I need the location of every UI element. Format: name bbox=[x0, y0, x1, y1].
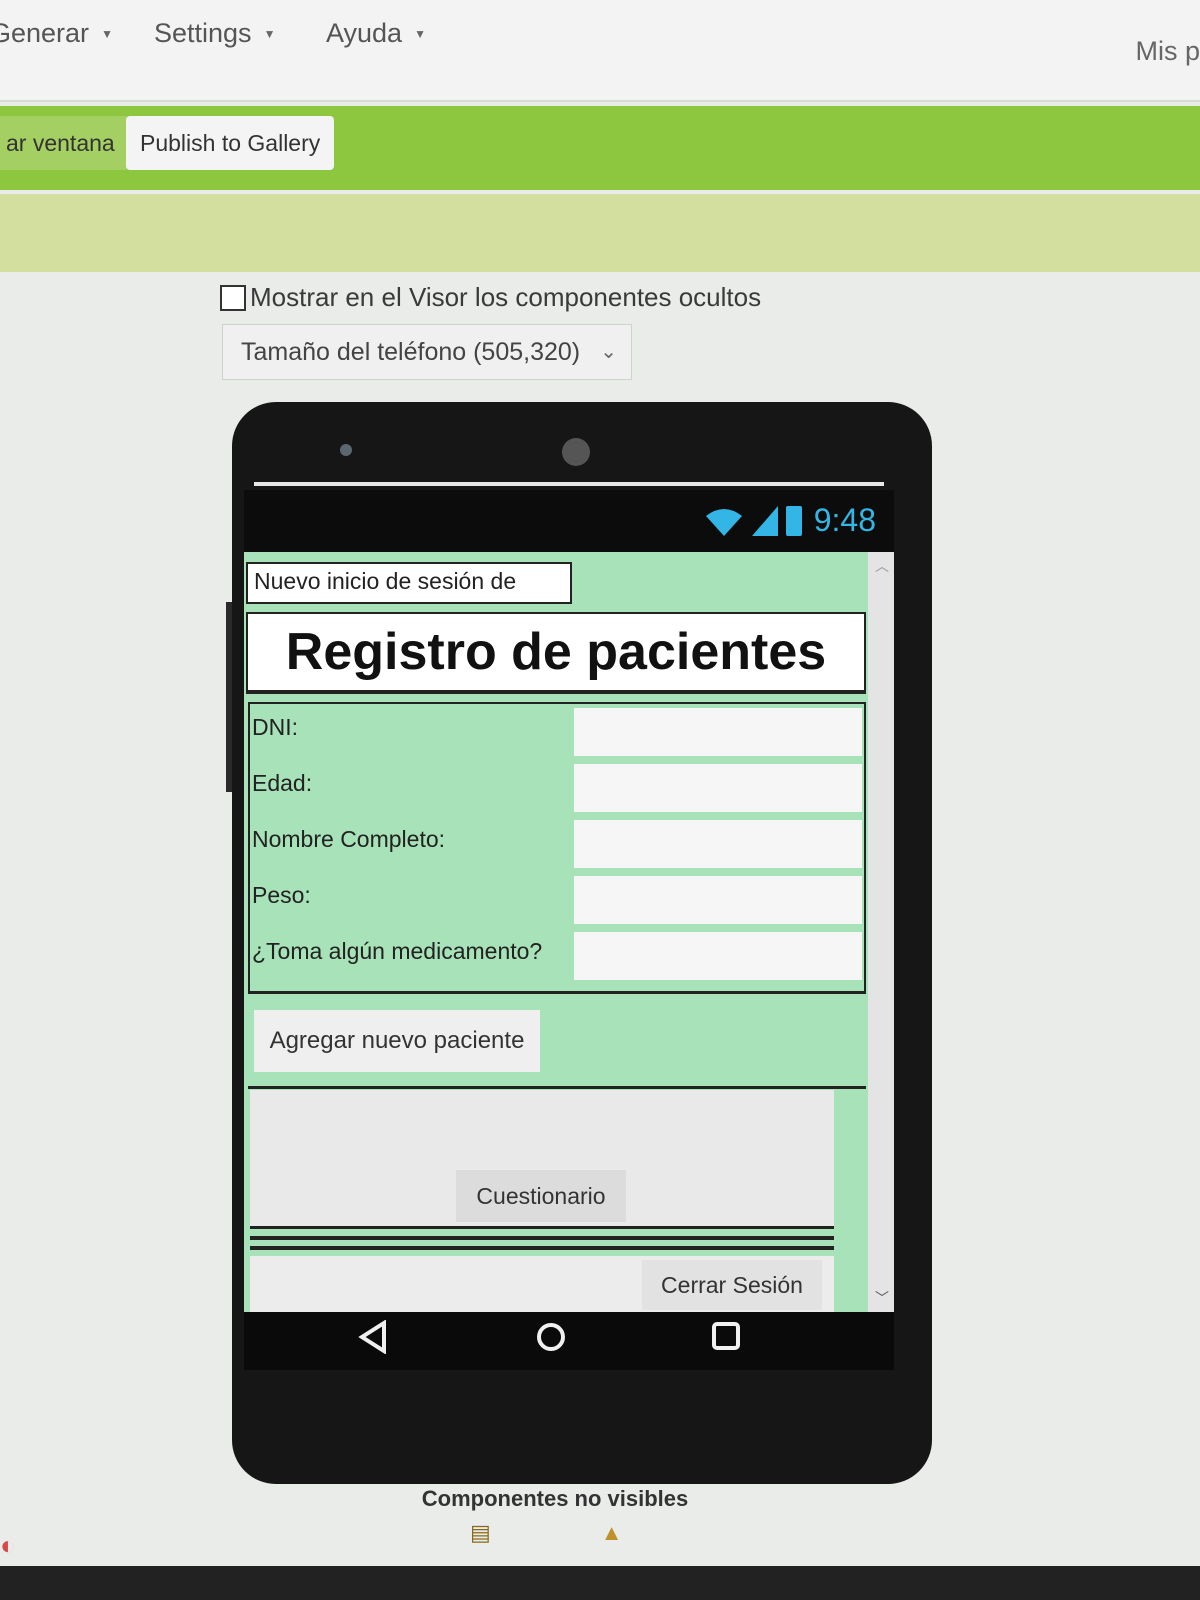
recents-icon[interactable] bbox=[710, 1320, 742, 1352]
phone-side-button bbox=[226, 602, 232, 792]
show-hidden-label: Mostrar en el Visor los componentes ocul… bbox=[250, 282, 762, 312]
publish-gallery-button[interactable]: Publish to Gallery bbox=[126, 116, 335, 170]
caret-down-icon: ▼ bbox=[414, 26, 426, 41]
login-label: Nuevo inicio de sesión de bbox=[246, 562, 572, 604]
phone-mockup: 9:48 Nuevo inicio de sesión de Registro … bbox=[226, 402, 932, 1484]
nonvisible-components-label: Componentes no visibles bbox=[421, 1486, 689, 1511]
menu-settings[interactable]: Settings ▼ bbox=[154, 18, 275, 49]
chevron-down-icon[interactable]: ﹀ bbox=[875, 1288, 889, 1308]
top-menu-bar: Generar ▼ Settings ▼ Ayuda ▼ Mis p bbox=[0, 0, 1200, 102]
form-row-medicamento: ¿Toma algún medicamento? bbox=[250, 930, 864, 986]
screen-title: Registro de pacientes bbox=[246, 612, 866, 694]
medicamento-label: ¿Toma algún medicamento? bbox=[252, 938, 543, 964]
peso-input[interactable] bbox=[574, 876, 862, 924]
nombre-label: Nombre Completo: bbox=[252, 826, 446, 852]
my-projects-link[interactable]: Mis p bbox=[1135, 36, 1200, 67]
logout-button[interactable]: Cerrar Sesión bbox=[642, 1260, 822, 1310]
home-icon[interactable] bbox=[534, 1320, 568, 1354]
chevron-down-icon: ⌄ bbox=[600, 341, 617, 363]
app-screen: Nuevo inicio de sesión de Registro de pa… bbox=[244, 552, 868, 1314]
add-patient-button[interactable]: Agregar nuevo paciente bbox=[254, 1010, 540, 1072]
dni-label: DNI: bbox=[252, 714, 298, 740]
database-icon[interactable]: ▤ bbox=[470, 1520, 491, 1546]
logout-area: Cerrar Sesión bbox=[250, 1256, 834, 1314]
phone-size-value: Tamaño del teléfono (505,320) bbox=[241, 337, 581, 366]
phone-size-select[interactable]: Tamaño del teléfono (505,320) ⌄ bbox=[222, 324, 632, 380]
caret-down-icon: ▼ bbox=[263, 26, 276, 41]
speaker-icon bbox=[562, 438, 590, 466]
form-row-edad: Edad: bbox=[250, 762, 864, 818]
nombre-input[interactable] bbox=[574, 820, 862, 868]
phone-screen: 9:48 Nuevo inicio de sesión de Registro … bbox=[244, 490, 894, 1370]
caret-down-icon: ▼ bbox=[101, 26, 113, 41]
menu-settings-label: Settings bbox=[154, 18, 252, 48]
nonvisible-components-icons: ▤ ▲ bbox=[470, 1520, 623, 1546]
add-patient-area: Agregar nuevo paciente bbox=[248, 1002, 866, 1089]
quiz-area: Cuestionario bbox=[250, 1090, 834, 1229]
status-clock: 9:48 bbox=[813, 502, 876, 538]
screen-scrollbar[interactable]: ︿ ﹀ bbox=[868, 552, 894, 1312]
battery-icon bbox=[785, 505, 802, 536]
android-nav-bar bbox=[244, 1312, 894, 1370]
chevron-up-icon[interactable]: ︿ bbox=[875, 556, 889, 576]
window-button[interactable]: ar ventana bbox=[0, 116, 129, 170]
screen-bottom-edge bbox=[0, 1566, 1200, 1600]
show-hidden-checkbox[interactable] bbox=[220, 284, 246, 311]
warning-icon[interactable]: ▲ bbox=[601, 1520, 623, 1546]
show-hidden-components-option[interactable]: Mostrar en el Visor los componentes ocul… bbox=[220, 282, 761, 313]
dni-input[interactable] bbox=[574, 708, 862, 756]
separator-line bbox=[250, 1236, 834, 1240]
designer-subbar bbox=[0, 194, 1200, 272]
designer-toolbar: ar ventana Publish to Gallery bbox=[0, 106, 1200, 190]
alert-icon: ◐ bbox=[0, 1530, 16, 1560]
phone-divider bbox=[254, 482, 884, 486]
camera-icon bbox=[340, 444, 352, 456]
peso-label: Peso: bbox=[252, 882, 311, 908]
form-row-dni: DNI: bbox=[250, 706, 864, 762]
edad-label: Edad: bbox=[252, 770, 313, 796]
medicamento-input[interactable] bbox=[574, 932, 862, 980]
form-row-peso: Peso: bbox=[250, 874, 864, 930]
menu-generar-label: Generar bbox=[0, 18, 90, 48]
menu-ayuda-label: Ayuda bbox=[326, 18, 403, 48]
wifi-icon bbox=[705, 508, 742, 536]
signal-icon bbox=[751, 505, 778, 536]
edad-input[interactable] bbox=[574, 764, 862, 812]
form-row-nombre: Nombre Completo: bbox=[250, 818, 864, 874]
status-bar: 9:48 bbox=[244, 490, 894, 552]
menu-ayuda[interactable]: Ayuda ▼ bbox=[326, 18, 426, 49]
separator-line bbox=[250, 1246, 834, 1250]
status-icons: 9:48 bbox=[704, 502, 876, 539]
menu-generar[interactable]: Generar ▼ bbox=[0, 18, 113, 49]
questionnaire-button[interactable]: Cuestionario bbox=[456, 1170, 626, 1222]
back-icon[interactable] bbox=[358, 1320, 388, 1354]
patient-form: DNI: Edad: Nombre Completo: Peso: ¿Toma … bbox=[248, 702, 866, 994]
